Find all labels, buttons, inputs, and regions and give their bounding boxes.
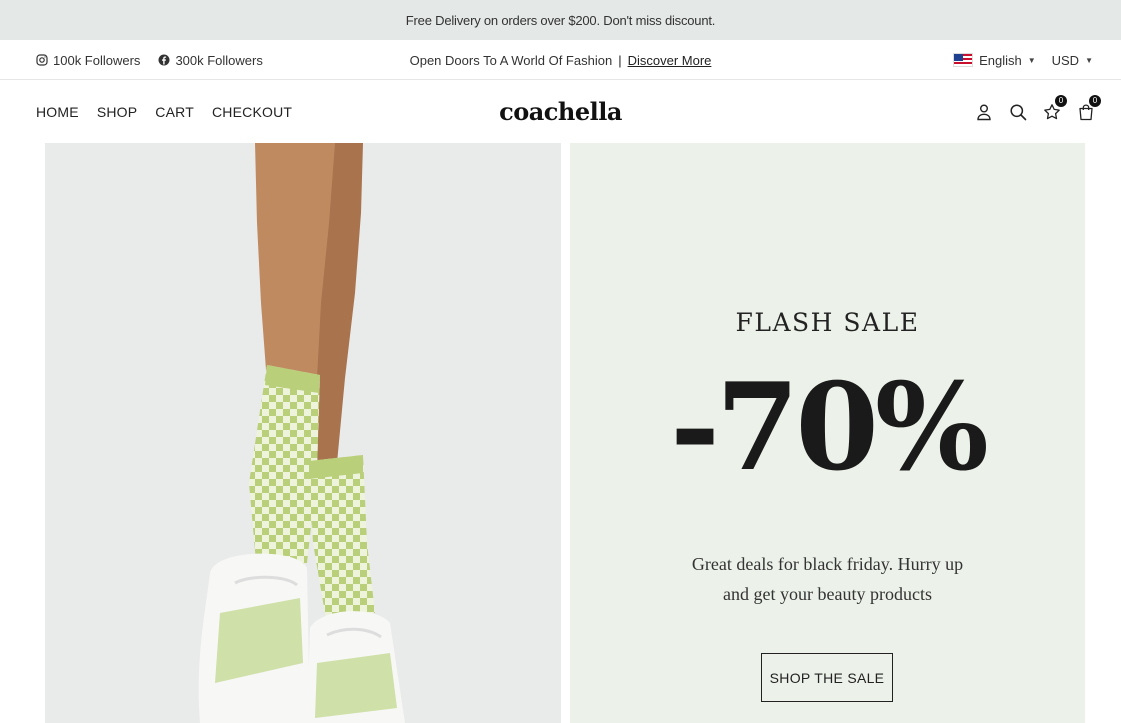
instagram-icon xyxy=(36,54,48,66)
shop-the-sale-button[interactable]: SHOP THE SALE xyxy=(761,653,893,702)
nav-cart[interactable]: CART xyxy=(155,104,194,120)
announcement-text: Free Delivery on orders over $200. Don't… xyxy=(405,12,716,28)
sale-description: Great deals for black friday. Hurry up a… xyxy=(691,554,964,604)
instagram-followers-link[interactable]: 100k Followers xyxy=(36,53,140,68)
social-links: 100k Followers 300k Followers xyxy=(36,40,263,80)
language-selector[interactable]: English ▼ xyxy=(953,53,1036,68)
wishlist-count-badge: 0 xyxy=(1055,94,1067,107)
announcement-bar: Free Delivery on orders over $200. Don't… xyxy=(0,0,1121,40)
facebook-icon xyxy=(158,54,170,66)
facebook-followers-link[interactable]: 300k Followers xyxy=(158,52,263,68)
account-button[interactable] xyxy=(975,103,993,121)
promo-separator: | xyxy=(618,52,622,68)
nav-checkout[interactable]: CHECKOUT xyxy=(212,104,292,120)
header-icons: 0 0 xyxy=(975,80,1101,143)
site-header: HOME SHOP CART CHECKOUT coachella 0 0 xyxy=(0,80,1121,143)
currency-label: USD xyxy=(1051,52,1080,68)
cart-count-badge: 0 xyxy=(1089,94,1101,107)
currency-selector[interactable]: USD ▼ xyxy=(1052,53,1093,68)
flash-sale-panel: FLASH SALE -70% Great deals for black fr… xyxy=(570,143,1085,723)
instagram-followers-label: 100k Followers xyxy=(53,52,141,68)
legs-socks-sneakers-image xyxy=(45,143,561,723)
promo-text: Open Doors To A World Of Fashion xyxy=(409,52,613,68)
flash-sale-title: FLASH SALE xyxy=(735,308,920,337)
search-icon xyxy=(1010,103,1027,120)
search-button[interactable] xyxy=(1009,103,1027,121)
nav-shop[interactable]: SHOP xyxy=(97,104,137,120)
language-label: English xyxy=(979,52,1022,68)
top-bar: 100k Followers 300k Followers Open Doors… xyxy=(0,40,1121,80)
us-flag-icon xyxy=(953,53,974,67)
chevron-down-icon: ▼ xyxy=(1085,55,1093,65)
facebook-followers-label: 300k Followers xyxy=(175,52,263,68)
chevron-down-icon: ▼ xyxy=(1027,55,1036,65)
locale-selectors: English ▼ USD ▼ xyxy=(953,40,1093,80)
cart-button[interactable]: 0 xyxy=(1077,94,1101,121)
user-icon xyxy=(977,104,991,120)
wishlist-button[interactable]: 0 xyxy=(1043,94,1067,121)
hero-image xyxy=(45,143,561,723)
discover-more-link[interactable]: Discover More xyxy=(628,53,712,68)
discount-percentage: -70% xyxy=(670,357,989,498)
nav-home[interactable]: HOME xyxy=(36,104,79,120)
main-nav: HOME SHOP CART CHECKOUT xyxy=(36,80,292,143)
